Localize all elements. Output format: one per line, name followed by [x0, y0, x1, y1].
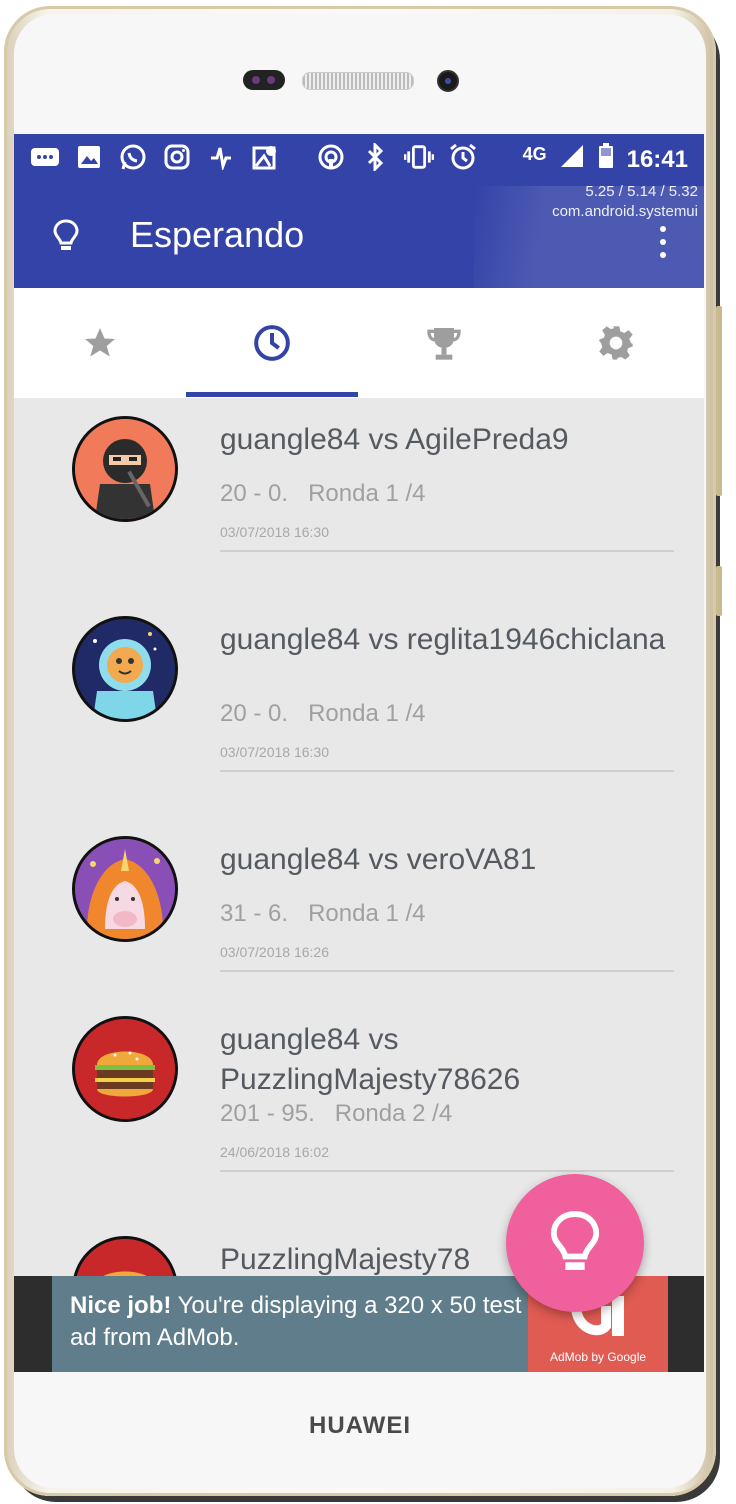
- tab-settings[interactable]: [530, 288, 702, 398]
- game-title: guangle84 vs AgilePreda9: [220, 423, 569, 456]
- ad-text: Nice job! You're displaying a 320 x 50 t…: [52, 1276, 528, 1372]
- brand-logo: HUAWEI: [309, 1412, 411, 1439]
- divider: [220, 550, 674, 552]
- burger-avatar: [72, 1016, 178, 1122]
- score-value: 31 - 6.: [220, 900, 289, 927]
- clock-time: 16:41: [626, 145, 688, 173]
- page-title: Esperando: [130, 214, 305, 255]
- map-icon: [250, 142, 280, 172]
- volume-button: [716, 306, 722, 496]
- game-score: 20 - 0. Ronda 1 /4: [220, 480, 425, 508]
- score-value: 201 - 95.: [220, 1100, 315, 1127]
- tab-waiting[interactable]: [186, 288, 358, 398]
- ad-headline: Nice job!: [70, 1292, 172, 1319]
- game-date: 03/07/2018 16:26: [220, 944, 329, 960]
- divider: [220, 770, 674, 772]
- overlay-line-2: com.android.systemui: [552, 203, 698, 220]
- round-value: Ronda 2 /4: [334, 1100, 453, 1127]
- status-bar: 4G 16:41: [14, 134, 704, 186]
- astronaut-avatar: [72, 616, 178, 722]
- round-value: Ronda 1 /4: [308, 700, 426, 727]
- alarm-icon: [448, 142, 478, 172]
- hint-fab[interactable]: [506, 1174, 644, 1312]
- game-row[interactable]: guangle84 vs reglita1946chiclana 20 - 0.…: [14, 598, 704, 818]
- score-value: 20 - 0.: [220, 480, 289, 507]
- round-value: Ronda 1 /4: [308, 900, 426, 927]
- game-title: guangle84 vs PuzzlingMajesty78626: [220, 1023, 521, 1096]
- game-title: guangle84 vs veroVA81: [220, 843, 537, 876]
- notification-icons: [30, 142, 478, 172]
- game-row[interactable]: guangle84 vs AgilePreda9 20 - 0. Ronda 1…: [14, 398, 704, 618]
- game-score: 31 - 6. Ronda 1 /4: [220, 900, 425, 928]
- power-button: [716, 566, 722, 616]
- round-value: Ronda 1 /4: [308, 480, 426, 507]
- overlay-line-1: 5.25 / 5.14 / 5.32: [585, 183, 698, 200]
- game-title: guangle84 vs reglita1946chiclana: [220, 623, 666, 656]
- whatsapp-icon: [118, 142, 148, 172]
- lightbulb-icon: [550, 1211, 600, 1270]
- overflow-menu-icon[interactable]: [660, 226, 668, 258]
- tab-favorites[interactable]: [14, 288, 186, 398]
- activity-icon: [206, 142, 236, 172]
- instagram-icon: [162, 142, 192, 172]
- front-camera: [437, 70, 459, 92]
- divider: [220, 970, 674, 972]
- tab-indicator: [186, 392, 358, 397]
- game-score: 201 - 95. Ronda 2 /4: [220, 1100, 452, 1128]
- clock-icon: [254, 325, 290, 361]
- tab-ranking[interactable]: [358, 288, 530, 398]
- star-icon: [85, 328, 115, 357]
- signal-icon: [559, 143, 585, 176]
- game-date: 24/06/2018 16:02: [220, 1144, 329, 1160]
- image-icon: [74, 142, 104, 172]
- game-row[interactable]: guangle84 vs veroVA81 31 - 6. Ronda 1 /4…: [14, 818, 704, 1018]
- gear-icon: [599, 326, 633, 360]
- admob-caption: AdMob by Google: [549, 1350, 647, 1364]
- game-score: 20 - 0. Ronda 1 /4: [220, 700, 425, 728]
- trophy-icon: [427, 328, 461, 360]
- debug-overlay: 5.25 / 5.14 / 5.32 com.android.systemui: [552, 182, 698, 222]
- bluetooth-icon: [360, 142, 390, 172]
- score-value: 20 - 0.: [220, 700, 289, 727]
- lightbulb-icon[interactable]: [52, 218, 80, 254]
- game-date: 03/07/2018 16:30: [220, 744, 329, 760]
- game-date: 03/07/2018 16:30: [220, 524, 329, 540]
- earpiece: [302, 72, 414, 90]
- network-type: 4G: [522, 144, 547, 164]
- unicorn-avatar: [72, 836, 178, 942]
- proximity-sensor: [243, 70, 285, 90]
- tab-bar: [14, 288, 704, 398]
- divider: [220, 1170, 674, 1172]
- vibrate-icon: [404, 142, 434, 172]
- battery-icon: [597, 142, 615, 177]
- message-icon: [30, 142, 60, 172]
- ninja-avatar: [72, 416, 178, 522]
- nfc-icon: [316, 142, 346, 172]
- status-right: 4G 16:41: [523, 142, 688, 177]
